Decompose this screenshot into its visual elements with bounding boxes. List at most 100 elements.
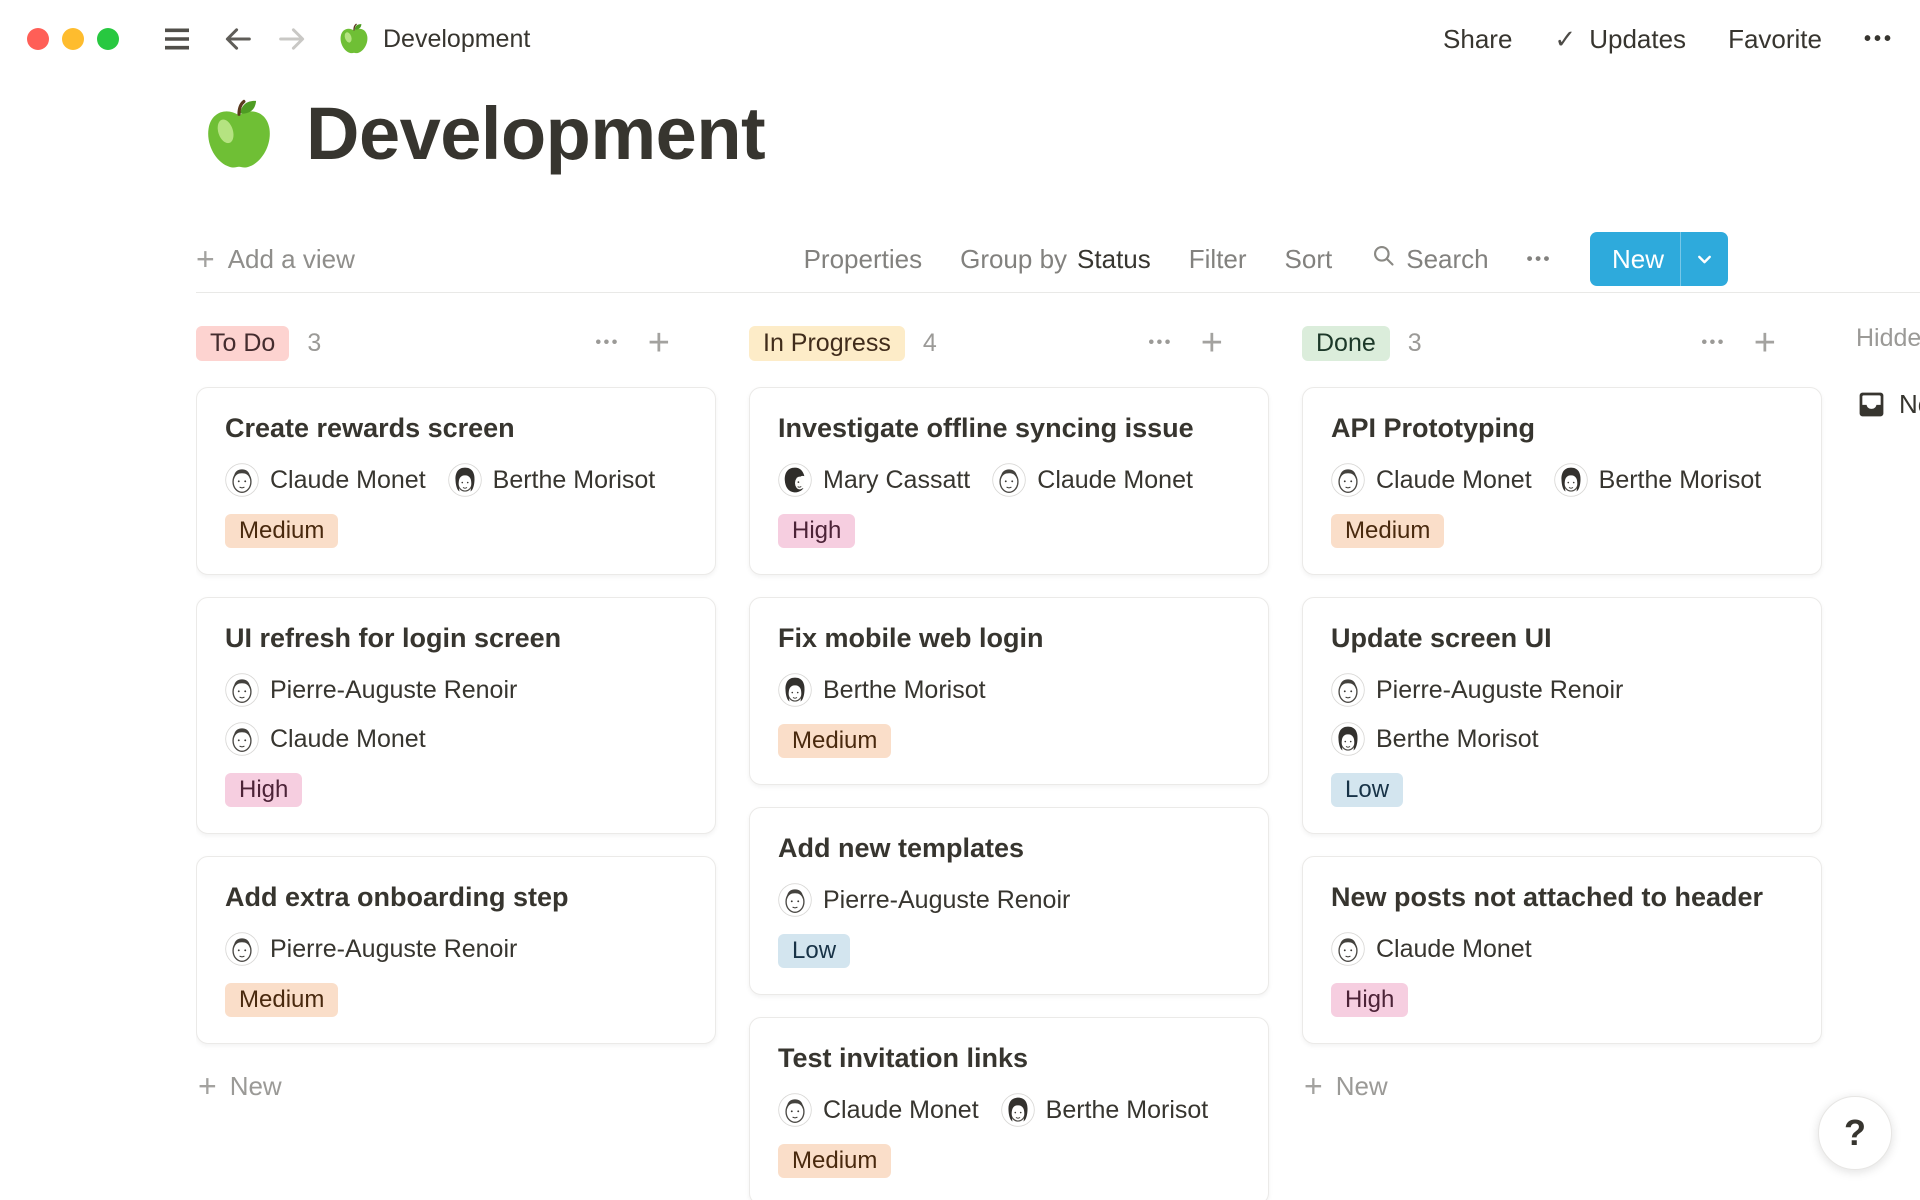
column-more-icon[interactable]: ••• — [1148, 334, 1172, 352]
chevron-down-icon[interactable] — [1681, 249, 1728, 270]
zoom-window-button[interactable] — [97, 28, 119, 50]
board-card[interactable]: Create rewards screen Claude Monet Berth… — [196, 387, 716, 575]
board-card[interactable]: Add new templates Pierre-Auguste Renoir … — [749, 807, 1269, 995]
column-status-pill[interactable]: Done — [1302, 326, 1390, 361]
assignee: Berthe Morisot — [1554, 463, 1762, 497]
filter-button[interactable]: Filter — [1189, 244, 1247, 275]
column-header: Done 3 ••• + — [1302, 324, 1822, 362]
priority-badge: Low — [778, 934, 850, 968]
help-button[interactable]: ? — [1818, 1096, 1892, 1170]
column-cards: API Prototyping Claude Monet Berthe Mori… — [1302, 387, 1822, 1044]
assignee-name: Claude Monet — [1376, 466, 1532, 495]
priority-badge: Medium — [1331, 514, 1444, 548]
column-add-icon[interactable]: + — [648, 324, 670, 362]
assignee-name: Mary Cassatt — [823, 466, 970, 495]
minimize-window-button[interactable] — [62, 28, 84, 50]
new-button[interactable]: New — [1590, 232, 1728, 286]
card-title: Create rewards screen — [225, 412, 687, 444]
assignee-name: Pierre-Auguste Renoir — [270, 935, 517, 964]
search-button[interactable]: Search — [1370, 242, 1488, 276]
avatar — [1331, 722, 1365, 756]
avatar — [225, 673, 259, 707]
assignee-name: Berthe Morisot — [823, 676, 986, 705]
card-title: Add new templates — [778, 832, 1240, 864]
inbox-tray-icon — [1856, 389, 1887, 420]
column-status-pill[interactable]: In Progress — [749, 326, 905, 361]
more-options-icon[interactable]: ••• — [1864, 28, 1894, 51]
back-arrow-icon[interactable] — [221, 22, 255, 56]
card-title: Test invitation links — [778, 1042, 1240, 1074]
assignee-name: Berthe Morisot — [493, 466, 656, 495]
avatar — [778, 673, 812, 707]
assignee-name: Pierre-Auguste Renoir — [270, 676, 517, 705]
check-icon: ✓ — [1554, 24, 1576, 55]
sort-button[interactable]: Sort — [1285, 244, 1333, 275]
group-by-button[interactable]: Group by Status — [960, 244, 1151, 275]
breadcrumb[interactable]: Development — [337, 22, 530, 56]
share-button[interactable]: Share — [1443, 24, 1512, 55]
avatar — [225, 463, 259, 497]
assignee: Mary Cassatt — [778, 463, 970, 497]
assignee-name: Berthe Morisot — [1376, 725, 1539, 754]
priority-badge: Medium — [778, 1144, 891, 1178]
hidden-columns-section: Hidden columns No Status — [1856, 324, 1920, 420]
new-card-button[interactable]: + New — [198, 1070, 716, 1102]
green-apple-page-icon[interactable] — [200, 94, 278, 174]
board-card[interactable]: New posts not attached to header Claude … — [1302, 856, 1822, 1044]
card-assignees: Pierre-Auguste Renoir Claude Monet — [225, 673, 687, 756]
board-card[interactable]: Test invitation links Claude Monet Berth… — [749, 1017, 1269, 1200]
assignee-name: Pierre-Auguste Renoir — [823, 886, 1070, 915]
avatar — [778, 463, 812, 497]
card-title: Add extra onboarding step — [225, 881, 687, 913]
board-card[interactable]: UI refresh for login screen Pierre-Augus… — [196, 597, 716, 834]
assignee: Berthe Morisot — [778, 673, 986, 707]
assignee-name: Berthe Morisot — [1046, 1096, 1209, 1125]
group-by-value: Status — [1077, 244, 1151, 275]
properties-button[interactable]: Properties — [804, 244, 923, 275]
column-status-pill[interactable]: To Do — [196, 326, 289, 361]
board-column: To Do 3 ••• + Create rewards screen Clau… — [196, 293, 716, 1200]
page-title[interactable]: Development — [306, 94, 765, 174]
hidden-group-row[interactable]: No Status — [1856, 389, 1920, 420]
assignee: Claude Monet — [1331, 932, 1532, 966]
updates-button[interactable]: ✓ Updates — [1554, 24, 1686, 55]
avatar — [225, 722, 259, 756]
hidden-group-label: No Status — [1899, 389, 1920, 420]
favorite-button[interactable]: Favorite — [1728, 24, 1822, 55]
column-more-icon[interactable]: ••• — [595, 334, 619, 352]
avatar — [1554, 463, 1588, 497]
card-assignees: Pierre-Auguste Renoir — [225, 932, 687, 966]
assignee: Pierre-Auguste Renoir — [225, 673, 517, 707]
close-window-button[interactable] — [27, 28, 49, 50]
breadcrumb-title: Development — [383, 25, 530, 54]
new-card-button[interactable]: + New — [1304, 1070, 1822, 1102]
assignee: Pierre-Auguste Renoir — [1331, 673, 1623, 707]
assignee: Claude Monet — [992, 463, 1193, 497]
search-label: Search — [1406, 244, 1488, 275]
assignee: Berthe Morisot — [1001, 1093, 1209, 1127]
board-card[interactable]: Add extra onboarding step Pierre-Auguste… — [196, 856, 716, 1044]
column-add-icon[interactable]: + — [1754, 324, 1776, 362]
avatar — [225, 932, 259, 966]
board-card[interactable]: Investigate offline syncing issue Mary C… — [749, 387, 1269, 575]
board-card[interactable]: Fix mobile web login Berthe Morisot Medi… — [749, 597, 1269, 785]
assignee: Pierre-Auguste Renoir — [225, 932, 517, 966]
sidebar-menu-icon[interactable] — [159, 21, 195, 57]
updates-label: Updates — [1589, 24, 1686, 55]
new-card-label: New — [1336, 1071, 1388, 1102]
column-count: 4 — [923, 329, 937, 358]
board-card[interactable]: Update screen UI Pierre-Auguste Renoir B… — [1302, 597, 1822, 834]
assignee-name: Pierre-Auguste Renoir — [1376, 676, 1623, 705]
view-more-options-icon[interactable]: ••• — [1527, 249, 1552, 269]
board-column: In Progress 4 ••• + Investigate offline … — [749, 293, 1269, 1200]
card-assignees: Pierre-Auguste Renoir Berthe Morisot — [1331, 673, 1793, 756]
green-apple-icon — [337, 22, 371, 56]
column-add-icon[interactable]: + — [1201, 324, 1223, 362]
forward-arrow-icon[interactable] — [275, 22, 309, 56]
add-view-button[interactable]: + Add a view — [196, 243, 355, 275]
board-card[interactable]: API Prototyping Claude Monet Berthe Mori… — [1302, 387, 1822, 575]
column-header: In Progress 4 ••• + — [749, 324, 1269, 362]
column-more-icon[interactable]: ••• — [1701, 334, 1725, 352]
column-cards: Create rewards screen Claude Monet Berth… — [196, 387, 716, 1044]
column-header: To Do 3 ••• + — [196, 324, 716, 362]
